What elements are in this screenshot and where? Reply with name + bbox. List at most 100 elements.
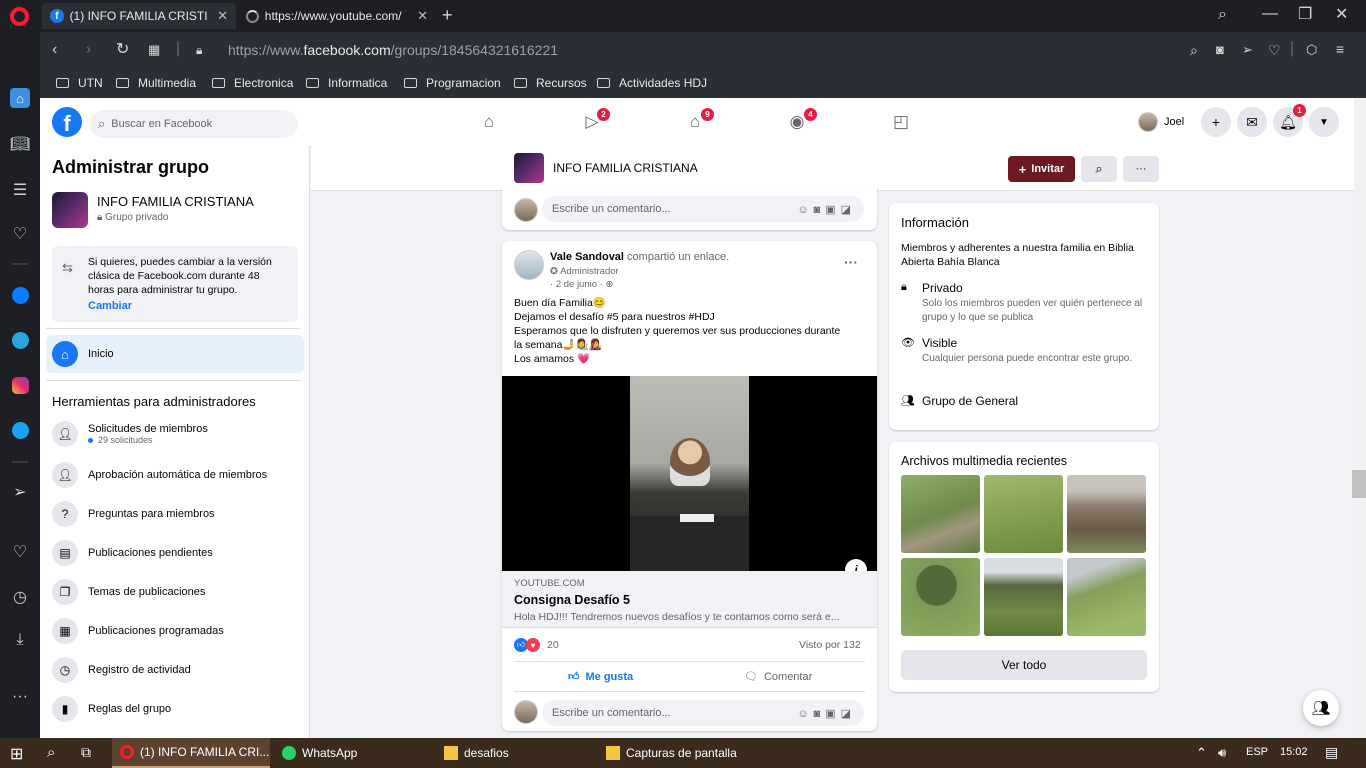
tool-scheduled-posts[interactable]: ▦ Publicaciones programadas <box>52 616 224 646</box>
tab-facebook[interactable]: f (1) INFO FAMILIA CRISTIAN ✕ <box>42 3 236 29</box>
scrollbar-thumb[interactable] <box>1352 470 1366 498</box>
bookmark-programacion[interactable]: Programacion <box>404 76 501 90</box>
tool-activity-log[interactable]: ◷ Registro de actividad <box>52 655 191 685</box>
messenger-icon[interactable] <box>10 285 30 305</box>
bookmark-informatica[interactable]: Informatica <box>306 76 387 90</box>
instagram-icon[interactable] <box>10 375 30 395</box>
more-icon[interactable]: ··· <box>10 687 30 707</box>
comment-button[interactable]: 🗨︎ Comentar <box>744 670 812 684</box>
new-tab-icon[interactable]: + <box>442 6 453 24</box>
media-thumbnail[interactable] <box>1067 475 1146 553</box>
find-icon[interactable]: ⌕ <box>1190 42 1198 58</box>
media-thumbnail[interactable] <box>1067 558 1146 636</box>
post-options-icon[interactable]: ··· <box>844 254 858 270</box>
heart-box-icon[interactable]: ♡ <box>10 224 30 244</box>
twitter-icon[interactable] <box>10 420 30 440</box>
maximize-icon[interactable]: ❐ <box>1298 7 1312 23</box>
search-input[interactable]: ⌕ Buscar en Facebook <box>90 110 298 138</box>
post-date[interactable]: · 2 de junio · ⊕ <box>550 279 613 290</box>
url-field[interactable]: https://www.facebook.com/groups/18456432… <box>228 42 558 58</box>
close-window-icon[interactable]: ✕ <box>1335 7 1348 23</box>
telegram-icon[interactable] <box>10 330 30 350</box>
action-center-icon[interactable]: ▤ <box>1325 744 1338 761</box>
tabs-grid-icon[interactable]: ▦ <box>148 42 160 58</box>
profile-button[interactable]: Joel <box>1138 112 1184 132</box>
reactions-summary[interactable]: 👍︎ ♥ 20 <box>514 638 559 652</box>
bookmark-utn[interactable]: UTN <box>56 76 103 90</box>
nav-gaming-icon[interactable]: ◰ <box>890 112 912 132</box>
group-name[interactable]: INFO FAMILIA CRISTIANA <box>97 194 254 209</box>
group-thumbnail[interactable] <box>514 153 544 183</box>
camera-icon[interactable]: ◙ <box>1216 42 1224 58</box>
back-icon[interactable]: ‹ <box>52 42 57 58</box>
list-icon[interactable]: ☰ <box>10 180 30 200</box>
link-preview[interactable]: YOUTUBE.COM Consigna Desafío 5 Hola HDJ!… <box>502 571 877 628</box>
bookmark-recursos[interactable]: Recursos <box>514 76 587 90</box>
group-search-button[interactable]: ⌕ <box>1081 156 1117 182</box>
cube-icon[interactable]: ⬡ <box>1306 42 1317 58</box>
page-scrollbar[interactable] <box>1354 98 1366 738</box>
media-thumbnail[interactable] <box>984 558 1063 636</box>
new-message-button[interactable]: 👥︎ <box>1303 690 1339 726</box>
taskbar-whatsapp[interactable]: WhatsApp <box>274 738 432 768</box>
see-all-button[interactable]: Ver todo <box>901 650 1147 680</box>
opera-logo-icon[interactable] <box>10 7 29 26</box>
like-button[interactable]: 👍︎ Me gusta <box>568 670 633 684</box>
tool-group-rules[interactable]: ▮ Reglas del grupo <box>52 694 171 724</box>
author-name[interactable]: Vale Sandoval <box>550 251 624 263</box>
comment-input[interactable]: Escribe un comentario... ☺◙▣◪ <box>542 196 864 222</box>
media-thumbnail[interactable] <box>901 475 980 553</box>
switch-link[interactable]: Cambiar <box>88 300 132 312</box>
task-view-icon[interactable]: ⧉ <box>81 744 91 761</box>
windows-start-icon[interactable]: ⊞ <box>10 744 23 764</box>
messenger-icon[interactable]: ✉ <box>1237 107 1267 137</box>
forward-icon[interactable]: › <box>86 42 91 58</box>
close-tab-icon[interactable]: ✕ <box>417 8 428 24</box>
taskbar-opera[interactable]: (1) INFO FAMILIA CRI... <box>112 738 270 768</box>
tool-post-topics[interactable]: ❐ Temas de publicaciones <box>52 577 205 607</box>
tab-youtube[interactable]: https://www.youtube.com/ ✕ <box>238 3 436 29</box>
history-icon[interactable]: ◷ <box>10 587 30 607</box>
search-tabs-icon[interactable]: ⌕ <box>1218 7 1227 23</box>
invite-button[interactable]: + Invitar <box>1008 156 1075 182</box>
taskbar-capturas[interactable]: Capturas de pantalla <box>598 738 756 768</box>
clock[interactable]: 15:02 <box>1280 746 1308 758</box>
group-more-button[interactable]: ··· <box>1123 156 1159 182</box>
media-thumbnail[interactable] <box>984 475 1063 553</box>
media-thumbnail[interactable] <box>901 558 980 636</box>
tool-auto-approval[interactable]: 👤︎ Aprobación automática de miembros <box>52 460 267 490</box>
send-icon[interactable]: ➢ <box>1242 42 1253 58</box>
heart-icon[interactable]: ♡ <box>1268 42 1281 58</box>
heart-icon[interactable]: ♡ <box>10 542 30 562</box>
send-icon[interactable]: ➢ <box>10 482 30 502</box>
search-icon[interactable]: ⌕ <box>47 744 55 761</box>
tool-pending-posts[interactable]: ▤ Publicaciones pendientes <box>52 538 213 568</box>
bookmark-multimedia[interactable]: Multimedia <box>116 76 196 90</box>
book-icon[interactable]: 📖︎ <box>10 134 30 154</box>
menu-icon[interactable]: ≡ <box>1336 41 1344 57</box>
lock-icon[interactable]: 🔒︎ <box>196 42 202 58</box>
group-thumbnail[interactable] <box>52 192 88 228</box>
reload-icon[interactable]: ↻ <box>116 42 129 58</box>
taskbar-desafios[interactable]: desafios <box>436 738 594 768</box>
download-icon[interactable]: ⤓ <box>10 630 30 650</box>
home-icon[interactable]: ⌂ <box>10 88 30 108</box>
language-indicator[interactable]: ESP <box>1246 746 1268 758</box>
close-tab-icon[interactable]: ✕ <box>217 8 228 24</box>
bookmark-actividades[interactable]: Actividades HDJ <box>597 76 707 90</box>
nav-home[interactable]: ⌂ Inicio <box>46 335 304 373</box>
account-menu-icon[interactable]: ▼ <box>1309 107 1339 137</box>
nav-home-icon[interactable]: ⌂ <box>478 112 500 132</box>
group-name[interactable]: INFO FAMILIA CRISTIANA <box>553 161 698 175</box>
tray-chevron-icon[interactable]: ⌃ <box>1196 745 1207 761</box>
comment-input[interactable]: Escribe un comentario... ☺◙▣◪ <box>542 700 864 726</box>
tool-member-questions[interactable]: ? Preguntas para miembros <box>52 499 215 529</box>
facebook-logo-icon[interactable]: f <box>52 107 82 137</box>
create-icon[interactable]: + <box>1201 107 1231 137</box>
video-thumbnail[interactable]: i <box>502 376 877 581</box>
bookmark-electronica[interactable]: Electronica <box>212 76 293 90</box>
tool-member-requests[interactable]: 👤︎ Solicitudes de miembros 29 solicitude… <box>52 419 208 449</box>
volume-icon[interactable]: 🔊︎ <box>1218 745 1226 761</box>
author-avatar[interactable] <box>514 250 544 280</box>
minimize-icon[interactable]: — <box>1262 6 1278 22</box>
